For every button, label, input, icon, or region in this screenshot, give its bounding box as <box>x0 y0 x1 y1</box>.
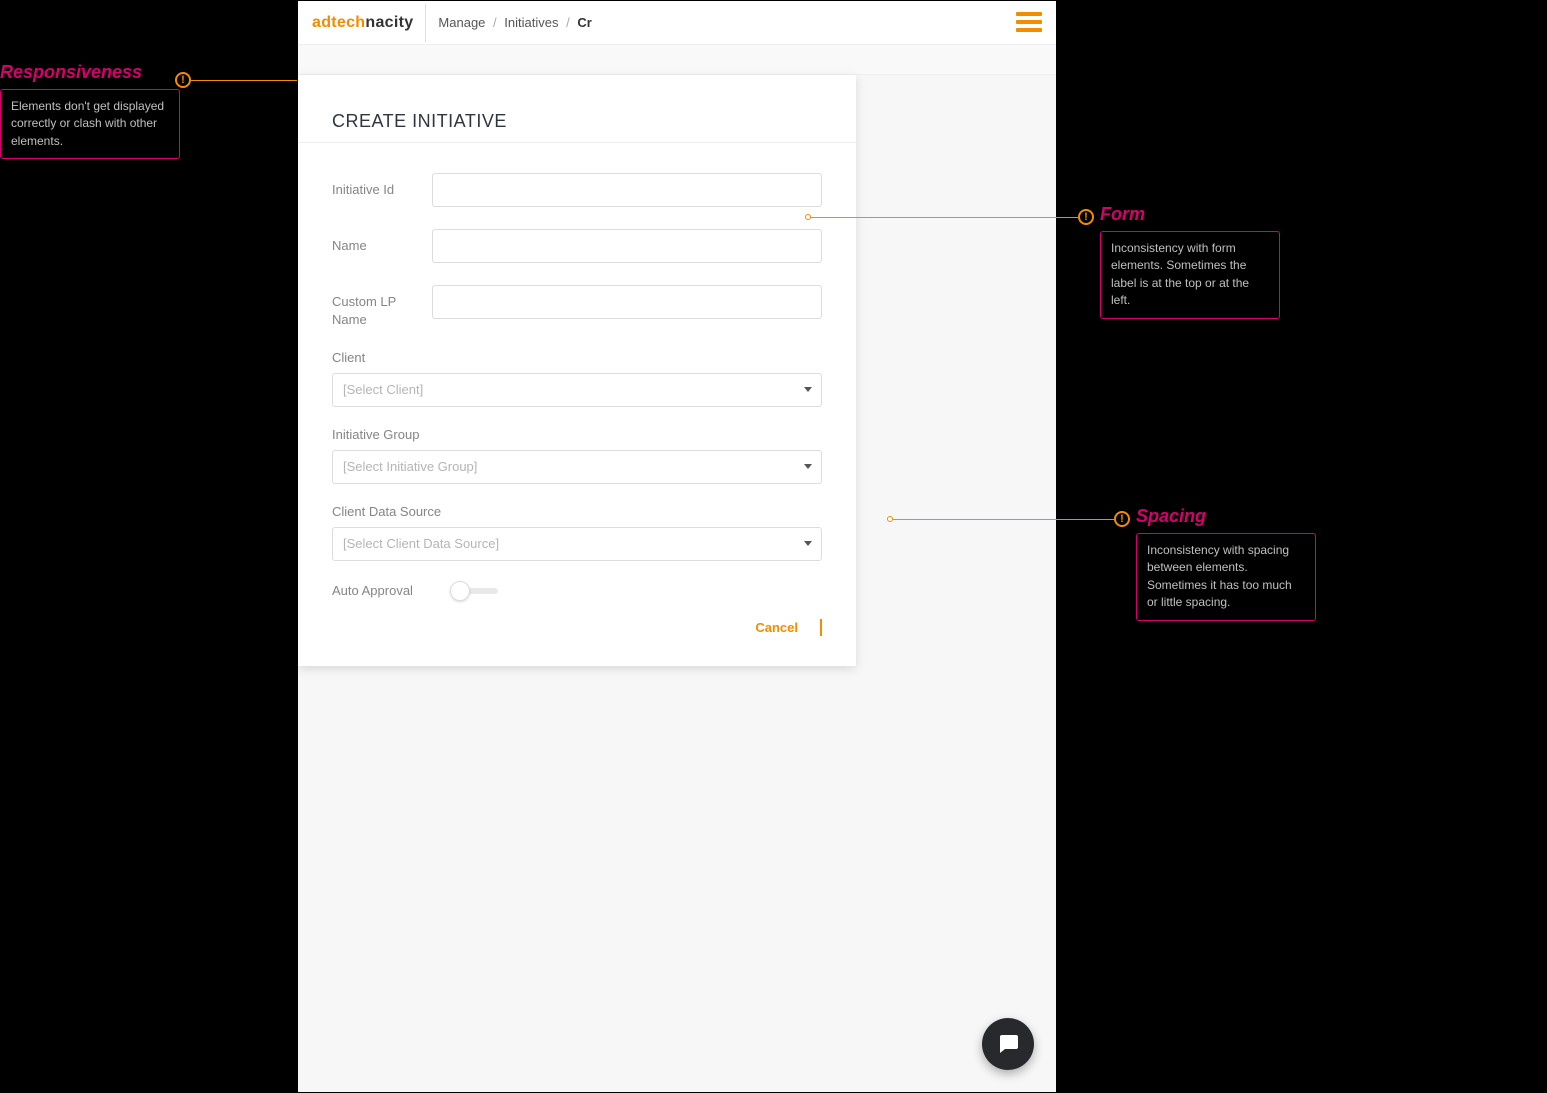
label-client: Client <box>332 350 822 367</box>
field-auto-approval: Auto Approval <box>332 581 822 601</box>
divider <box>298 142 856 143</box>
field-client-data-source: Client Data Source <box>332 504 822 561</box>
toggle-auto-approval[interactable] <box>450 581 498 601</box>
divider <box>425 4 426 42</box>
logo-part2: nacity <box>365 14 413 31</box>
input-custom-lp[interactable] <box>432 285 822 319</box>
label-auto-approval: Auto Approval <box>332 583 432 598</box>
select-client-data-source[interactable] <box>332 527 822 561</box>
annotation-responsiveness: Responsiveness Elements don't get displa… <box>0 62 180 159</box>
select-client[interactable] <box>332 373 822 407</box>
logo-part1: adtech <box>312 14 365 31</box>
menu-icon[interactable] <box>1016 9 1042 35</box>
annotation-spacing: Spacing Inconsistency with spacing betwe… <box>1136 506 1316 621</box>
chat-launcher[interactable] <box>982 1018 1034 1070</box>
breadcrumb-current: Cr <box>577 15 591 30</box>
label-initiative-group: Initiative Group <box>332 427 822 444</box>
cancel-button[interactable]: Cancel <box>749 619 804 636</box>
label-custom-lp: Custom LP Name <box>332 285 432 328</box>
label-initiative-id: Initiative Id <box>332 173 432 199</box>
chevron-down-icon <box>804 464 812 469</box>
input-name[interactable] <box>432 229 822 263</box>
breadcrumb-sep: / <box>493 15 497 30</box>
field-client: Client <box>332 350 822 407</box>
alert-icon: ! <box>1078 209 1094 225</box>
page-title: CREATE INITIATIVE <box>332 111 822 132</box>
chat-icon <box>996 1032 1020 1056</box>
annotation-form: Form Inconsistency with form elements. S… <box>1100 204 1280 319</box>
annotation-form-text: Inconsistency with form elements. Someti… <box>1100 231 1280 319</box>
subbar <box>298 45 1056 75</box>
input-initiative-id[interactable] <box>432 173 822 207</box>
annotation-responsiveness-text: Elements don't get displayed correctly o… <box>0 89 180 159</box>
app-window: adtechnacity Manage / Initiatives / Cr V… <box>297 0 1057 1093</box>
panel-wrap: View As... CREATE INITIATIVE Initiative … <box>298 75 1056 1092</box>
chevron-down-icon <box>804 541 812 546</box>
label-client-data-source: Client Data Source <box>332 504 822 521</box>
connector-line <box>890 519 1114 520</box>
logo: adtechnacity <box>312 14 413 32</box>
connector-line <box>808 217 1078 218</box>
annotation-responsiveness-title: Responsiveness <box>0 62 180 83</box>
actions: Cancel <box>332 619 822 636</box>
select-initiative-group[interactable] <box>332 450 822 484</box>
form-panel: CREATE INITIATIVE Initiative Id Name Cus… <box>298 75 856 666</box>
topbar: adtechnacity Manage / Initiatives / Cr <box>298 1 1056 45</box>
breadcrumb-initiatives[interactable]: Initiatives <box>504 15 558 30</box>
annotation-spacing-text: Inconsistency with spacing between eleme… <box>1136 533 1316 621</box>
alert-icon: ! <box>1114 511 1130 527</box>
annotation-spacing-title: Spacing <box>1136 506 1316 527</box>
breadcrumb-manage[interactable]: Manage <box>438 15 485 30</box>
field-initiative-group: Initiative Group <box>332 427 822 484</box>
breadcrumb-sep: / <box>566 15 570 30</box>
annotation-form-title: Form <box>1100 204 1280 225</box>
field-name: Name <box>332 229 822 263</box>
label-name: Name <box>332 229 432 255</box>
chevron-down-icon <box>804 387 812 392</box>
field-custom-lp: Custom LP Name <box>332 285 822 328</box>
field-initiative-id: Initiative Id <box>332 173 822 207</box>
breadcrumb[interactable]: Manage / Initiatives / Cr <box>438 15 591 30</box>
connector-line <box>191 80 314 81</box>
